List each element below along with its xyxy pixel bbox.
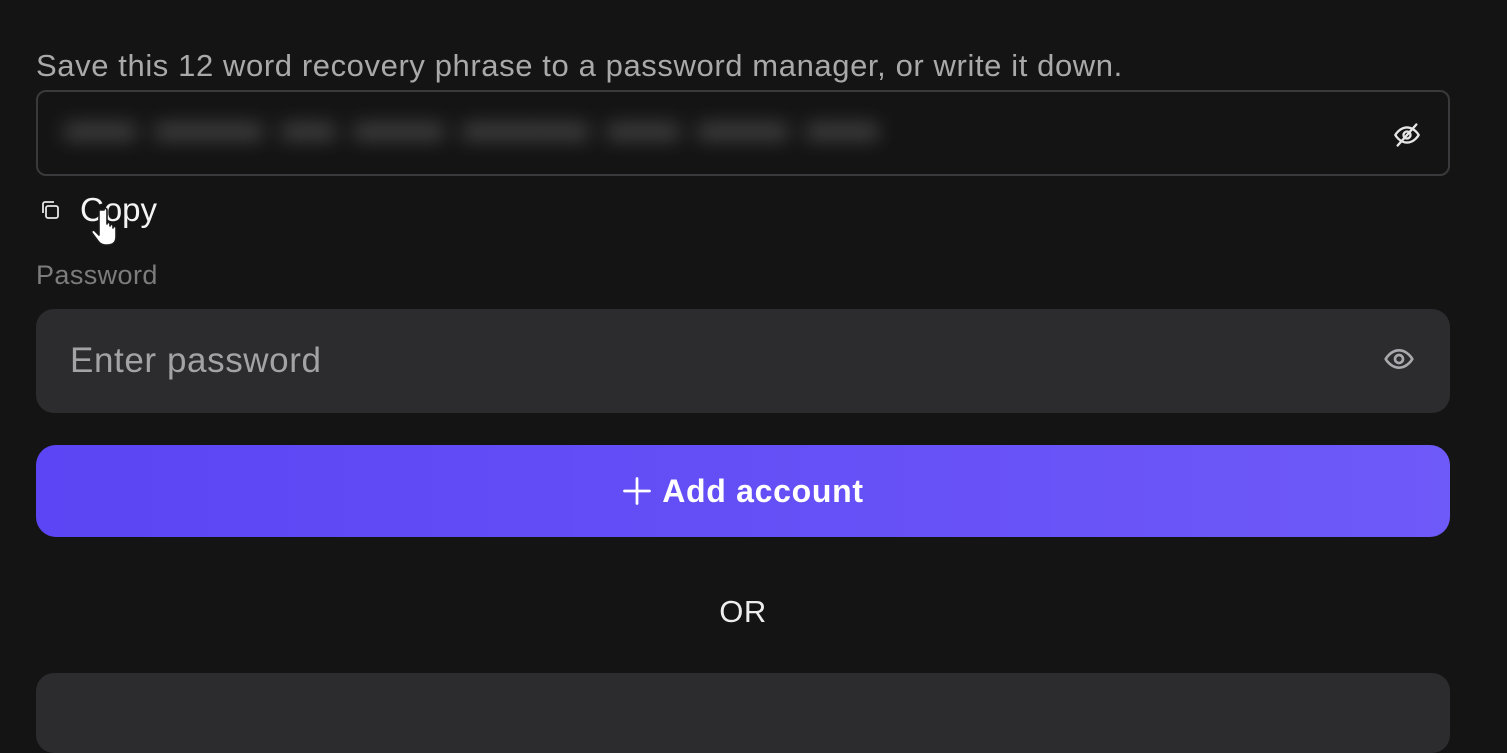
- copy-phrase-button[interactable]: Copy: [38, 190, 157, 230]
- password-input[interactable]: [70, 309, 1330, 413]
- copy-label: Copy: [80, 191, 158, 228]
- show-password-eye-icon[interactable]: [1380, 343, 1418, 375]
- add-account-form: Save this 12 word recovery phrase to a p…: [36, 0, 1450, 753]
- recovery-phrase-hidden: ●●●● ●●●●●● ●●● ●●●●● ●●●●●●● ●●●● ●●●●●…: [64, 114, 879, 147]
- recovery-phrase-instructions: Save this 12 word recovery phrase to a p…: [36, 48, 1123, 83]
- password-field: [36, 309, 1450, 413]
- eye-off-icon: [1394, 123, 1420, 147]
- add-account-button[interactable]: Add account: [36, 445, 1450, 537]
- add-account-label: Add account: [662, 472, 864, 509]
- alternate-option-button[interactable]: [36, 673, 1450, 753]
- recovery-phrase-box: ●●●● ●●●●●● ●●● ●●●●● ●●●●●●● ●●●● ●●●●●…: [36, 90, 1450, 176]
- copy-icon: [42, 201, 59, 219]
- password-label: Password: [36, 260, 158, 290]
- reveal-phrase-button[interactable]: [1392, 120, 1422, 150]
- plus-icon: [623, 477, 652, 505]
- or-divider: OR: [719, 594, 767, 629]
